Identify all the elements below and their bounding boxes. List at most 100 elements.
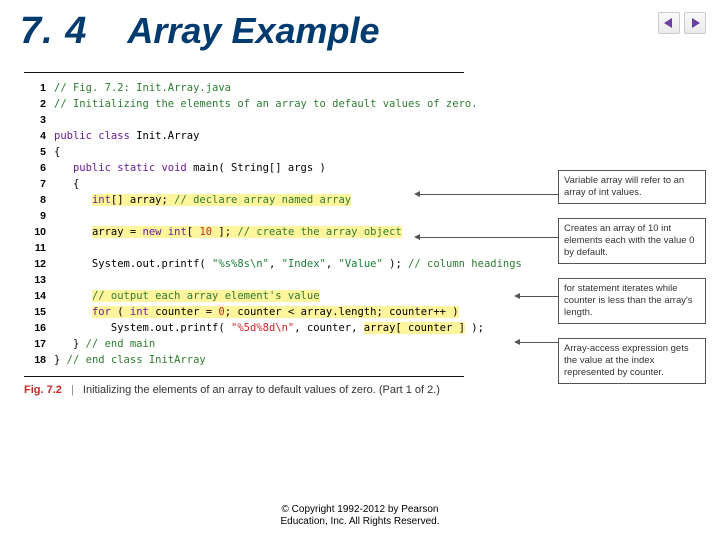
code-token xyxy=(54,306,92,318)
code-line: 18} // end class InitArray xyxy=(24,352,554,368)
code-line: 16 System.out.printf( "%5d%8d\n", counte… xyxy=(24,320,554,336)
code-token xyxy=(54,242,60,254)
annotation-arrow xyxy=(520,342,558,343)
code-token: { xyxy=(54,178,79,190)
code-line: 11 xyxy=(24,240,554,256)
annotation-arrow xyxy=(520,296,558,297)
code-token: for xyxy=(92,306,117,318)
code-line: 14 // output each array element's value xyxy=(24,288,554,304)
code-line: 7 { xyxy=(24,176,554,192)
slide-title: Array Example xyxy=(127,10,379,52)
code-token: ( xyxy=(117,306,130,318)
code-token: , xyxy=(326,258,339,270)
copyright-line2: Education, Inc. All Rights Reserved. xyxy=(0,516,720,528)
code-token: 10 xyxy=(199,226,212,238)
code-line: 12 System.out.printf( "%s%8s\n", "Index"… xyxy=(24,256,554,272)
annotation-arrow xyxy=(420,237,558,238)
code-token: System.out.printf( xyxy=(54,322,231,334)
line-number: 14 xyxy=(24,288,46,304)
code-listing: 1 // Fig. 7.2: Init.Array.java 2 // Initial… xyxy=(24,80,554,368)
copyright-notice: © Copyright 1992-2012 by Pearson Educati… xyxy=(0,504,720,528)
code-token xyxy=(54,290,92,302)
code-line: 1 // Fig. 7.2: Init.Array.java xyxy=(24,80,554,96)
code-token: "Value" xyxy=(339,258,383,270)
code-token: // create the array object xyxy=(237,226,401,238)
code-token: , xyxy=(269,258,282,270)
line-number: 1 xyxy=(24,80,46,96)
code-line: 5{ xyxy=(24,144,554,160)
code-token: } xyxy=(54,354,67,366)
line-number: 11 xyxy=(24,240,46,256)
code-token: "%s%8s\n" xyxy=(212,258,269,270)
caption-text: Initializing the elements of an array to… xyxy=(83,384,440,396)
code-token: [ xyxy=(187,226,200,238)
code-token: new int xyxy=(143,226,187,238)
code-token: // Fig. 7.2: Init.Array.java xyxy=(54,82,231,94)
copyright-line1: © Copyright 1992-2012 by Pearson xyxy=(0,504,720,516)
caption-label: Fig. 7.2 xyxy=(24,384,62,396)
code-token: ; counter < xyxy=(225,306,301,318)
code-token: main( String[] args ) xyxy=(193,162,326,174)
code-token: int xyxy=(92,194,111,206)
code-token xyxy=(54,226,92,238)
code-token: public static void xyxy=(73,162,193,174)
code-token: "%5d%8d\n" xyxy=(231,322,294,334)
line-number: 4 xyxy=(24,128,46,144)
line-number: 17 xyxy=(24,336,46,352)
code-line: 17 } // end main xyxy=(24,336,554,352)
code-token: counter = xyxy=(155,306,218,318)
code-token: // end class InitArray xyxy=(67,354,206,366)
annotation-box: Array-access expression gets the value a… xyxy=(558,338,706,384)
code-token: // column headings xyxy=(408,258,522,270)
code-token xyxy=(54,114,60,126)
code-token: ; counter++ ) xyxy=(376,306,458,318)
code-token: ); xyxy=(465,322,484,334)
code-token: int xyxy=(130,306,155,318)
slide-header: 7. 4 Array Example xyxy=(0,0,720,53)
code-token xyxy=(54,162,73,174)
line-number: 13 xyxy=(24,272,46,288)
rule-top xyxy=(24,72,464,73)
code-token: // end main xyxy=(86,338,156,350)
line-number: 2 xyxy=(24,96,46,112)
code-token: array = xyxy=(92,226,143,238)
line-number: 16 xyxy=(24,320,46,336)
code-token xyxy=(54,194,92,206)
line-number: 7 xyxy=(24,176,46,192)
code-line: 3 xyxy=(24,112,554,128)
prev-triangle-icon xyxy=(663,17,675,29)
annotation-box: Variable array will refer to an array of… xyxy=(558,170,706,204)
code-token: // Initializing the elements of an array… xyxy=(54,98,478,110)
code-token: array[ counter ] xyxy=(364,322,465,334)
code-token: array.length xyxy=(301,306,377,318)
nav-controls xyxy=(658,12,706,34)
line-number: 18 xyxy=(24,352,46,368)
line-number: 8 xyxy=(24,192,46,208)
code-token: , counter, xyxy=(294,322,364,334)
code-token: ); xyxy=(383,258,408,270)
section-number: 7. 4 xyxy=(20,10,87,53)
figure-caption: Fig. 7.2 | Initializing the elements of … xyxy=(24,384,440,396)
code-token: [] array; xyxy=(111,194,174,206)
annotation-box: for statement iterates while counter is … xyxy=(558,278,706,324)
annotation-arrow xyxy=(420,194,558,195)
line-number: 5 xyxy=(24,144,46,160)
code-line: 4public class Init.Array xyxy=(24,128,554,144)
line-number: 3 xyxy=(24,112,46,128)
line-number: 6 xyxy=(24,160,46,176)
next-slide-button[interactable] xyxy=(684,12,706,34)
code-token: } xyxy=(54,338,86,350)
rule-bottom xyxy=(24,376,464,377)
code-token: 0 xyxy=(218,306,224,318)
line-number: 9 xyxy=(24,208,46,224)
code-token: Init.Array xyxy=(136,130,199,142)
code-token xyxy=(54,210,60,222)
next-triangle-icon xyxy=(689,17,701,29)
code-line: 9 xyxy=(24,208,554,224)
code-token: "Index" xyxy=(282,258,326,270)
code-token: { xyxy=(54,146,60,158)
code-line: 13 xyxy=(24,272,554,288)
code-line: 2 // Initializing the elements of an arra… xyxy=(24,96,554,112)
code-line: 15 for ( int counter = 0; counter < arra… xyxy=(24,304,554,320)
prev-slide-button[interactable] xyxy=(658,12,680,34)
